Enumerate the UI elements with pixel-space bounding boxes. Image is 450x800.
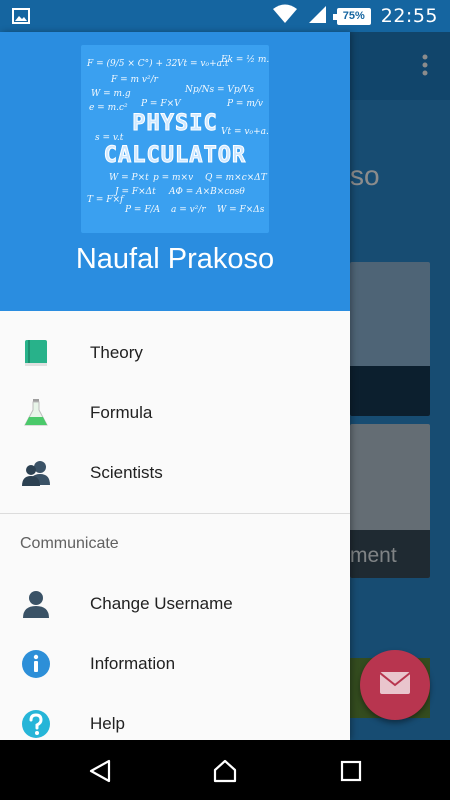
menu-item-scientists[interactable]: Scientists (0, 443, 350, 503)
mail-icon (379, 671, 411, 700)
book-icon (20, 337, 52, 369)
recents-icon[interactable] (338, 758, 364, 784)
info-icon (20, 648, 52, 680)
menu-item-theory[interactable]: Theory (0, 323, 350, 383)
battery-level: 75% (342, 9, 365, 22)
menu-item-label: Scientists (90, 463, 163, 482)
clock: 22:55 (380, 5, 438, 27)
menu-item-formula[interactable]: Formula (0, 383, 350, 443)
drawer-header: F = (9/5 × C°) + 32 Vt = v₀+a.t Ek = ½ m… (0, 32, 350, 311)
flask-icon (20, 397, 52, 429)
menu-item-label: Formula (90, 403, 153, 422)
menu-item-information[interactable]: Information (0, 634, 350, 694)
home-icon[interactable] (212, 758, 238, 784)
menu-item-label: Help (90, 714, 125, 733)
wifi-icon (272, 4, 297, 29)
menu-item-change-username[interactable]: Change Username (0, 574, 350, 634)
username-label: Naufal Prakoso (75, 243, 275, 275)
back-icon[interactable] (87, 758, 113, 784)
logo-title-line2: CALCULATOR (103, 143, 247, 169)
system-nav-bar (0, 740, 450, 800)
battery-icon: 75% (332, 7, 371, 25)
menu-item-help[interactable]: Help (0, 694, 350, 740)
image-notification-icon (12, 8, 30, 29)
app-logo: F = (9/5 × C°) + 32 Vt = v₀+a.t Ek = ½ m… (81, 45, 269, 233)
divider (0, 513, 350, 514)
help-icon (20, 708, 52, 740)
menu-item-label: Change Username (90, 594, 233, 613)
menu-item-label: Information (90, 654, 176, 673)
cell-signal-icon (307, 4, 327, 29)
menu-item-label: Theory (90, 343, 143, 362)
navigation-drawer: F = (9/5 × C°) + 32 Vt = v₀+a.t Ek = ½ m… (0, 32, 350, 740)
status-bar: 75% 22:55 (0, 0, 450, 32)
mail-fab-button[interactable] (360, 650, 430, 720)
person-icon (20, 588, 52, 620)
section-title-communicate: Communicate (20, 535, 119, 552)
people-icon (20, 457, 52, 489)
